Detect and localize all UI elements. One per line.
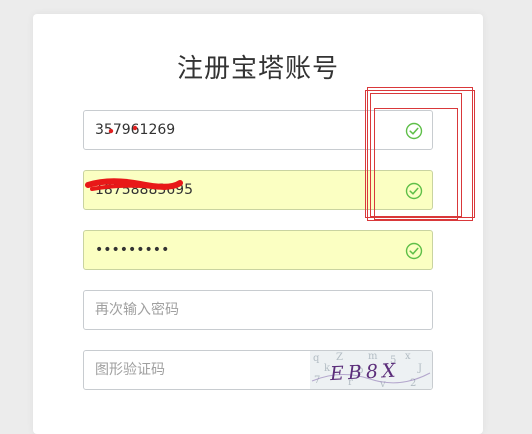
captcha-image[interactable]: qk7 Zrm 5xJ 2vp EB8X: [310, 351, 432, 389]
svg-text:x: x: [405, 351, 411, 362]
username-field[interactable]: [83, 110, 433, 150]
confirm-password-input[interactable]: [84, 291, 432, 329]
svg-text:J: J: [417, 363, 422, 374]
captcha-field[interactable]: qk7 Zrm 5xJ 2vp EB8X: [83, 350, 433, 390]
phone-input[interactable]: [84, 171, 432, 209]
confirm-password-field[interactable]: [83, 290, 433, 330]
username-input[interactable]: [84, 111, 432, 149]
check-circle-icon: [405, 242, 423, 260]
phone-field[interactable]: [83, 170, 433, 210]
password-input[interactable]: [84, 231, 432, 269]
check-circle-icon: [405, 182, 423, 200]
register-card: 注册宝塔账号 qk7: [33, 14, 483, 434]
check-circle-icon: [405, 122, 423, 140]
svg-text:7: 7: [314, 375, 320, 386]
captcha-text: EB8X: [329, 359, 401, 385]
page-title: 注册宝塔账号: [176, 54, 339, 84]
password-field[interactable]: [83, 230, 433, 270]
svg-text:Z: Z: [336, 352, 343, 363]
captcha-input[interactable]: [84, 351, 312, 389]
svg-text:q: q: [313, 353, 320, 364]
